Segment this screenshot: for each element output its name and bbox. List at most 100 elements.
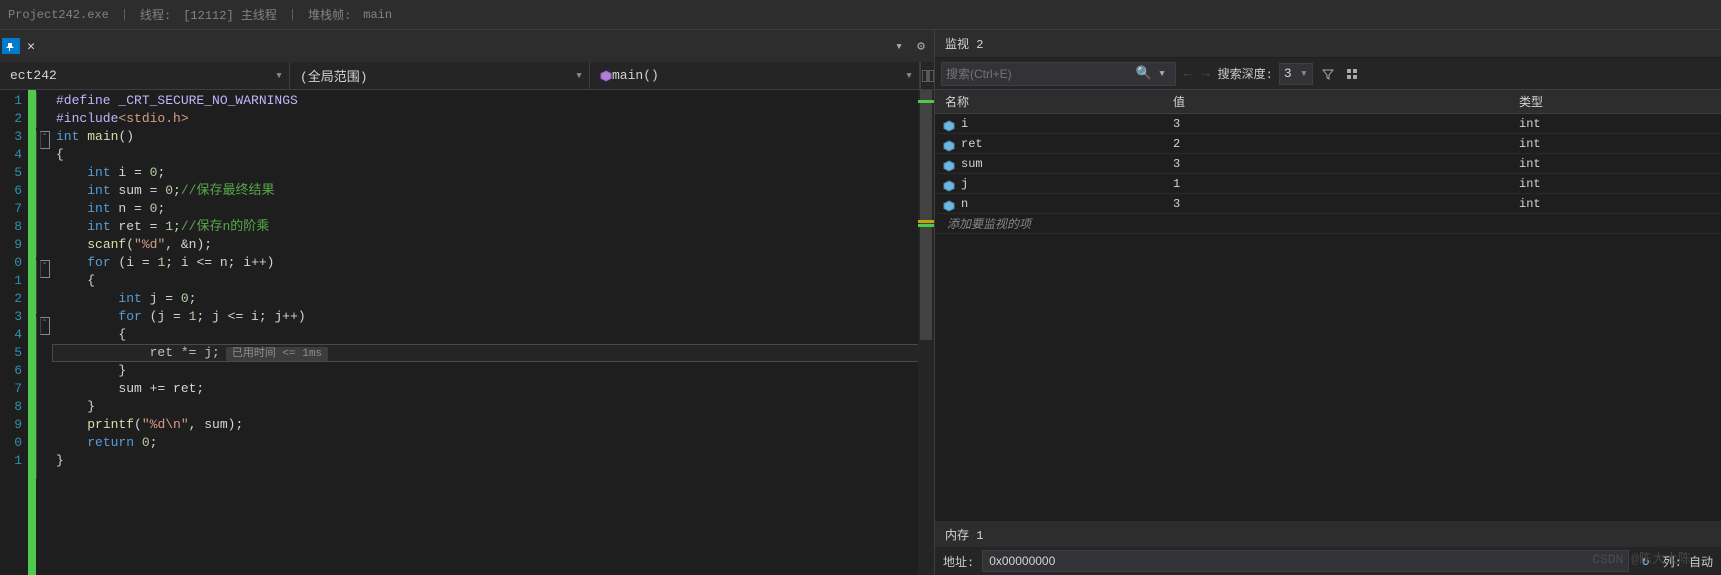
search-input[interactable] — [946, 67, 1135, 81]
variable-icon — [943, 120, 955, 132]
fold-cell[interactable] — [36, 203, 52, 221]
scrollbar-mark — [918, 220, 934, 223]
depth-label: 搜索深度: — [1218, 65, 1273, 82]
fold-cell[interactable] — [36, 149, 52, 167]
forward-icon[interactable]: → — [1200, 66, 1212, 81]
gear-icon[interactable]: ⚙ — [912, 37, 930, 55]
fold-cell[interactable]: - — [36, 317, 52, 335]
col-value[interactable]: 值 — [1167, 93, 1513, 110]
scrollbar-thumb[interactable] — [920, 90, 932, 340]
cols-dropdown[interactable]: 列: 自动 — [1663, 553, 1713, 570]
nav-scope-dropdown[interactable]: (全局范围) ▾ — [290, 62, 590, 89]
fold-cell[interactable] — [36, 92, 52, 110]
depth-dropdown[interactable]: 3 ▾ — [1279, 63, 1313, 85]
watch-row[interactable]: j1int — [935, 174, 1721, 194]
fold-cell[interactable] — [36, 461, 52, 479]
col-type[interactable]: 类型 — [1513, 93, 1721, 110]
stackframe-label: 堆栈帧: — [308, 6, 351, 23]
code-line[interactable]: } — [52, 362, 934, 380]
code-line[interactable]: { — [52, 272, 934, 290]
grid-icon[interactable] — [1343, 65, 1361, 83]
code-line[interactable]: { — [52, 326, 934, 344]
stackframe-value[interactable]: main — [363, 8, 392, 22]
debug-panels: 监视 2 🔍 ▾ ← → 搜索深度: 3 ▾ 名称 值 类型 i3i — [935, 30, 1721, 575]
code-line[interactable]: int ret = 1;//保存n的阶乘 — [52, 218, 934, 236]
fold-cell[interactable] — [36, 110, 52, 128]
code-line[interactable]: } — [52, 452, 934, 470]
fold-cell[interactable] — [36, 167, 52, 185]
fold-cell[interactable] — [36, 296, 52, 314]
fold-cell[interactable] — [36, 239, 52, 257]
filter-icon[interactable] — [1319, 65, 1337, 83]
line-number: 8 — [0, 398, 28, 416]
code-editor[interactable]: 123456789012345678901 --- #define _CRT_S… — [0, 90, 934, 575]
watch-row[interactable]: ret2int — [935, 134, 1721, 154]
search-icon[interactable]: 🔍 — [1135, 65, 1153, 83]
fold-cell[interactable] — [36, 443, 52, 461]
vertical-scrollbar[interactable] — [918, 90, 934, 575]
scrollbar-mark — [918, 224, 934, 227]
watch-row[interactable]: sum3int — [935, 154, 1721, 174]
fold-cell[interactable] — [36, 371, 52, 389]
code-line[interactable]: for (j = 1; j <= i; j++) — [52, 308, 934, 326]
code-line[interactable]: #define _CRT_SECURE_NO_WARNINGS — [52, 92, 934, 110]
fold-cell[interactable] — [36, 425, 52, 443]
fold-cell[interactable] — [36, 353, 52, 371]
watch-table-header: 名称 值 类型 — [935, 90, 1721, 114]
code-line[interactable]: int n = 0; — [52, 200, 934, 218]
code-line[interactable]: sum += ret; — [52, 380, 934, 398]
pin-icon[interactable] — [2, 38, 20, 54]
address-input[interactable] — [982, 550, 1628, 572]
nav-file-label: ect242 — [10, 68, 57, 83]
nav-file-dropdown[interactable]: ect242 ▾ — [0, 62, 290, 89]
variable-icon — [943, 200, 955, 212]
watch-var-type: int — [1513, 117, 1721, 131]
fold-cell[interactable] — [36, 407, 52, 425]
code-line[interactable]: int i = 0; — [52, 164, 934, 182]
code-line[interactable]: { — [52, 146, 934, 164]
chevron-down-icon: ▾ — [575, 68, 583, 83]
dropdown-icon[interactable]: ▾ — [890, 37, 908, 55]
fold-cell[interactable] — [36, 221, 52, 239]
close-icon[interactable]: ✕ — [22, 38, 40, 54]
code-line[interactable]: int main() — [52, 128, 934, 146]
variable-icon — [943, 180, 955, 192]
watch-add-row[interactable]: 添加要监视的项 — [935, 214, 1721, 234]
fold-cell[interactable] — [36, 335, 52, 353]
line-number: 9 — [0, 416, 28, 434]
fold-cell[interactable] — [36, 185, 52, 203]
back-icon[interactable]: ← — [1182, 66, 1194, 81]
code-line[interactable]: ret *= j;已用时间 <= 1ms — [52, 344, 934, 362]
chevron-down-icon[interactable]: ▾ — [1153, 65, 1171, 83]
watch-var-value: 3 — [1167, 117, 1513, 131]
watch-var-value: 3 — [1167, 157, 1513, 171]
code-line[interactable]: printf("%d\n", sum); — [52, 416, 934, 434]
fold-cell[interactable] — [36, 278, 52, 296]
line-number: 1 — [0, 272, 28, 290]
split-editor-button[interactable] — [920, 62, 934, 90]
watch-row[interactable]: i3int — [935, 114, 1721, 134]
code-line[interactable]: int sum = 0;//保存最终结果 — [52, 182, 934, 200]
scrollbar-mark — [918, 100, 934, 103]
fold-cell[interactable]: - — [36, 260, 52, 278]
chevron-down-icon: ▾ — [275, 68, 283, 83]
code-line[interactable]: } — [52, 398, 934, 416]
code-line[interactable]: for (i = 1; i <= n; i++) — [52, 254, 934, 272]
fold-cell[interactable] — [36, 389, 52, 407]
code-line[interactable]: #include<stdio.h> — [52, 110, 934, 128]
memory-toolbar: 地址: ↻ 列: 自动 — [935, 547, 1721, 575]
thread-value[interactable]: [12112] 主线程 — [183, 6, 277, 23]
watch-search-input[interactable]: 🔍 ▾ — [941, 62, 1176, 86]
fold-cell[interactable]: - — [36, 131, 52, 149]
change-indicator — [28, 90, 36, 575]
code-line[interactable]: scanf("%d", &n); — [52, 236, 934, 254]
line-number: 2 — [0, 110, 28, 128]
code-line[interactable]: int j = 0; — [52, 290, 934, 308]
col-name[interactable]: 名称 — [935, 93, 1167, 110]
nav-function-dropdown[interactable]: main() ▾ — [590, 62, 920, 89]
code-area[interactable]: #define _CRT_SECURE_NO_WARNINGS#include<… — [52, 90, 934, 575]
fold-gutter[interactable]: - - - — [36, 90, 52, 575]
refresh-icon[interactable]: ↻ — [1637, 552, 1655, 570]
code-line[interactable]: return 0; — [52, 434, 934, 452]
watch-row[interactable]: n3int — [935, 194, 1721, 214]
